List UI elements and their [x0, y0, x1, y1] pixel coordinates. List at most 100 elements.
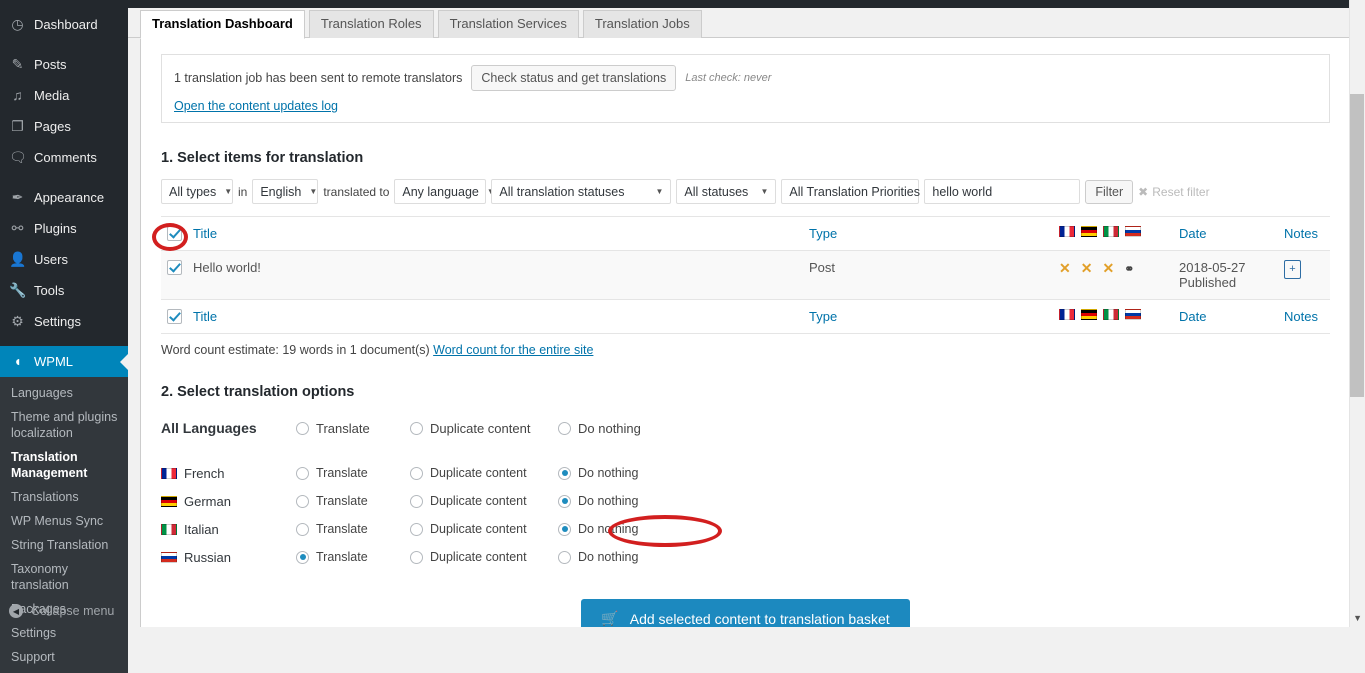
radio-donothing-french[interactable]	[558, 466, 571, 480]
radio-duplicate-russian[interactable]	[410, 550, 423, 564]
german-duplicate-option[interactable]: Duplicate content	[410, 494, 558, 508]
column-footer-notes[interactable]: Notes	[1284, 299, 1330, 334]
column-footer-title[interactable]: Title	[193, 299, 809, 334]
german-translate-option[interactable]: Translate	[296, 494, 410, 508]
column-header-type[interactable]: Type	[809, 216, 1059, 251]
collapse-menu-button[interactable]: ◀ Collapse menu	[0, 594, 128, 627]
word-count-site-link[interactable]: Word count for the entire site	[433, 343, 593, 357]
russian-duplicate-option[interactable]: Duplicate content	[410, 550, 558, 564]
select-all-checkbox-footer[interactable]	[167, 309, 182, 324]
column-header-date[interactable]: Date	[1179, 216, 1284, 251]
radio-donothing-italian[interactable]	[558, 522, 571, 536]
scrollbar-thumb[interactable]	[1350, 94, 1364, 397]
language-name-french: French	[161, 466, 296, 481]
filter-translation-status-select[interactable]: All translation statuses ▼	[491, 179, 672, 204]
add-note-icon[interactable]: +	[1284, 260, 1301, 279]
row-title[interactable]: Hello world!	[193, 250, 809, 300]
column-header-notes[interactable]: Notes	[1284, 216, 1330, 251]
italian-translate-option[interactable]: Translate	[296, 522, 410, 536]
sidebar-item-settings[interactable]: ⚙ Settings	[0, 306, 128, 337]
sidebar-item-posts[interactable]: ✎ Posts	[0, 49, 128, 80]
content-updates-log-link[interactable]: Open the content updates log	[174, 99, 338, 113]
submenu-item-translations[interactable]: Translations	[0, 485, 128, 509]
radio-donothing-all[interactable]	[558, 421, 571, 435]
sidebar-item-pages[interactable]: ❐ Pages	[0, 111, 128, 142]
app-screen: ◷ Dashboard ✎ Posts ♫ Media ❐ Pages 🗨 Co…	[0, 0, 1365, 673]
sidebar-item-plugins[interactable]: ⚯ Plugins	[0, 213, 128, 244]
comments-icon: 🗨	[9, 149, 27, 165]
column-footer-date[interactable]: Date	[1179, 299, 1284, 334]
radio-duplicate-all[interactable]	[410, 421, 423, 435]
filter-button[interactable]: Filter	[1085, 179, 1134, 204]
sidebar-item-dashboard[interactable]: ◷ Dashboard	[0, 9, 128, 40]
french-duplicate-option[interactable]: Duplicate content	[410, 466, 558, 480]
not-translated-icon[interactable]: ✕	[1081, 260, 1093, 277]
row-checkbox[interactable]	[167, 260, 182, 275]
radio-translate-german[interactable]	[296, 494, 309, 508]
submenu-item-string-translation[interactable]: String Translation	[0, 533, 128, 557]
submenu-item-translation-management[interactable]: Translation Management	[0, 445, 128, 485]
radio-donothing-russian[interactable]	[558, 550, 571, 564]
filter-status-select[interactable]: All statuses ▼	[676, 179, 777, 204]
wrench-icon: 🔧	[9, 282, 27, 298]
select-all-checkbox[interactable]	[167, 226, 182, 241]
sidebar-item-users[interactable]: 👤 Users	[0, 244, 128, 275]
tab-translation-services[interactable]: Translation Services	[437, 10, 579, 38]
filter-target-language-select[interactable]: Any language ▼	[394, 179, 495, 204]
german-donothing-option[interactable]: Do nothing	[558, 494, 672, 508]
sidebar-item-appearance[interactable]: ✒ Appearance	[0, 182, 128, 213]
submenu-item-theme-plugins-localization[interactable]: Theme and plugins localization	[0, 405, 128, 445]
radio-translate-russian[interactable]	[296, 550, 309, 564]
add-to-basket-button[interactable]: 🛒 Add selected content to translation ba…	[581, 599, 910, 627]
page-scrollbar[interactable]: ▼	[1349, 0, 1365, 627]
tab-translation-dashboard[interactable]: Translation Dashboard	[140, 10, 305, 39]
column-header-flags	[1059, 216, 1179, 251]
submenu-item-wp-menus-sync[interactable]: WP Menus Sync	[0, 509, 128, 533]
all-languages-donothing-option[interactable]: Do nothing	[558, 421, 672, 436]
sidebar-item-tools[interactable]: 🔧 Tools	[0, 275, 128, 306]
french-translate-option[interactable]: Translate	[296, 466, 410, 480]
radio-translate-all[interactable]	[296, 421, 309, 435]
plug-icon: ⚯	[11, 220, 24, 236]
submenu-item-taxonomy-translation[interactable]: Taxonomy translation	[0, 557, 128, 597]
french-donothing-option[interactable]: Do nothing	[558, 466, 672, 480]
russian-donothing-option[interactable]: Do nothing	[558, 550, 672, 564]
sidebar-item-comments[interactable]: 🗨 Comments	[0, 142, 128, 173]
radio-duplicate-italian[interactable]	[410, 522, 423, 536]
reset-filter-button[interactable]: ✖ Reset filter	[1138, 185, 1209, 199]
column-footer-type[interactable]: Type	[809, 299, 1059, 334]
all-languages-duplicate-option[interactable]: Duplicate content	[410, 421, 558, 436]
all-languages-translate-option[interactable]: Translate	[296, 421, 410, 436]
language-row-german: German Translate Duplicate content Do no…	[161, 487, 1330, 515]
check-status-button[interactable]: Check status and get translations	[471, 65, 677, 91]
tab-translation-roles[interactable]: Translation Roles	[308, 10, 434, 38]
dumbbell-icon[interactable]: ⚭	[1124, 262, 1134, 276]
scroll-down-arrow-icon[interactable]: ▼	[1353, 613, 1362, 623]
radio-translate-french[interactable]	[296, 466, 309, 480]
radio-translate-italian[interactable]	[296, 522, 309, 536]
radio-duplicate-german[interactable]	[410, 494, 423, 508]
italian-duplicate-option[interactable]: Duplicate content	[410, 522, 558, 536]
radio-duplicate-french[interactable]	[410, 466, 423, 480]
filter-types-select[interactable]: All types ▼	[161, 179, 233, 204]
sidebar-item-media[interactable]: ♫ Media	[0, 80, 128, 111]
language-name-german: German	[161, 494, 296, 509]
sidebar-item-label: Settings	[34, 314, 81, 329]
option-label: Duplicate content	[430, 522, 527, 536]
column-header-title[interactable]: Title	[193, 216, 809, 251]
row-publish-state: Published	[1179, 275, 1237, 290]
radio-donothing-german[interactable]	[558, 494, 571, 508]
not-translated-icon[interactable]: ✕	[1059, 260, 1071, 277]
russian-translate-option[interactable]: Translate	[296, 550, 410, 564]
submenu-item-languages[interactable]: Languages	[0, 381, 128, 405]
sidebar-item-wpml[interactable]: ◖ WPML	[0, 346, 128, 377]
search-input[interactable]	[924, 179, 1081, 204]
sidebar-item-label: WPML	[34, 354, 73, 369]
tab-translation-jobs[interactable]: Translation Jobs	[582, 10, 702, 38]
submenu-item-support[interactable]: Support	[0, 645, 128, 669]
filter-source-language-select[interactable]: English ▼	[252, 179, 319, 204]
option-label: Do nothing	[578, 466, 639, 480]
filter-priority-select[interactable]: All Translation Priorities ▼	[781, 179, 936, 204]
not-translated-icon[interactable]: ✕	[1102, 260, 1114, 277]
italian-donothing-option[interactable]: Do nothing	[558, 522, 672, 536]
